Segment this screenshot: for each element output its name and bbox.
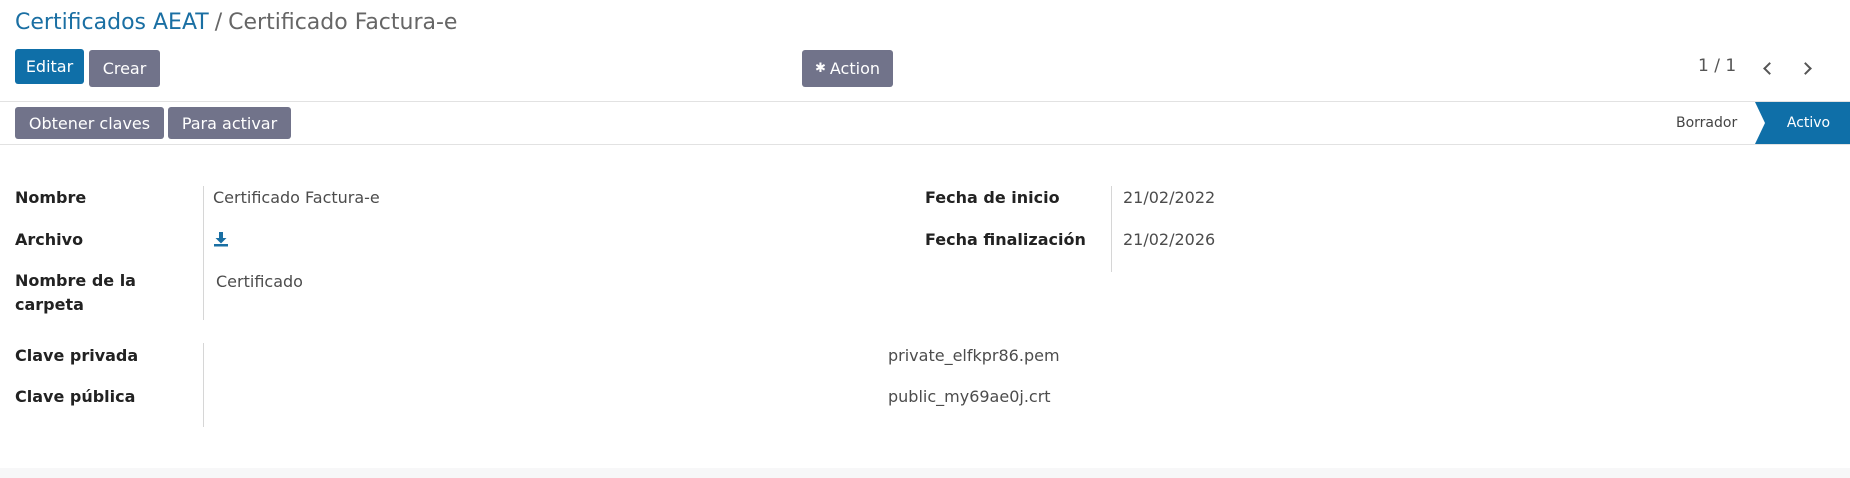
gear-icon: ✱	[814, 61, 826, 76]
folder-name-label-line1: Nombre de la	[15, 271, 136, 290]
stage-active[interactable]: Activo	[1755, 102, 1850, 144]
private-key-label: Clave privada	[15, 346, 139, 365]
action-button-label: Action	[829, 59, 880, 78]
pager-previous-button[interactable]	[1757, 54, 1777, 82]
chevron-left-icon	[1762, 61, 1776, 75]
name-label: Nombre	[15, 188, 87, 207]
private-key-value: private_elfkpr86.pem	[888, 346, 1060, 365]
stage-draft[interactable]: Borrador	[1676, 102, 1737, 144]
file-label: Archivo	[15, 230, 84, 249]
end-date-label: Fecha finalización	[925, 230, 1086, 249]
to-activate-button[interactable]: Para activar	[168, 107, 291, 139]
breadcrumb: Certificados AEAT / Certificado Factura-e	[15, 8, 457, 38]
folder-name-label-line2: carpeta	[15, 295, 84, 314]
breadcrumb-current: Certificado Factura-e	[228, 10, 458, 35]
end-date-value: 21/02/2026	[1123, 230, 1216, 249]
create-button[interactable]: Crear	[89, 50, 160, 87]
edit-button[interactable]: Editar	[15, 49, 84, 84]
breadcrumb-parent-link[interactable]: Certificados AEAT	[15, 10, 209, 35]
breadcrumb-separator: /	[214, 10, 223, 35]
get-keys-button[interactable]: Obtener claves	[15, 107, 164, 139]
public-key-label: Clave pública	[15, 387, 136, 406]
form-view: Certificados AEAT / Certificado Factura-e …	[0, 0, 1850, 478]
chevron-right-icon	[1798, 61, 1812, 75]
footer-band	[0, 468, 1850, 478]
public-key-value: public_my69ae0j.crt	[888, 387, 1051, 406]
folder-name-value: Certificado	[216, 272, 303, 291]
start-date-value: 21/02/2022	[1123, 188, 1216, 207]
field-divider	[1111, 186, 1112, 272]
name-value: Certificado Factura-e	[213, 188, 380, 207]
start-date-label: Fecha de inicio	[925, 188, 1060, 207]
pager-value[interactable]: 1 / 1	[1698, 56, 1736, 76]
field-divider	[203, 186, 204, 320]
download-icon[interactable]	[213, 231, 229, 247]
status-bar: Obtener claves Para activar Borrador Act…	[0, 101, 1850, 145]
pager-next-button[interactable]	[1797, 54, 1817, 82]
action-menu-button[interactable]: ✱ Action	[802, 50, 893, 87]
field-divider	[203, 343, 204, 427]
